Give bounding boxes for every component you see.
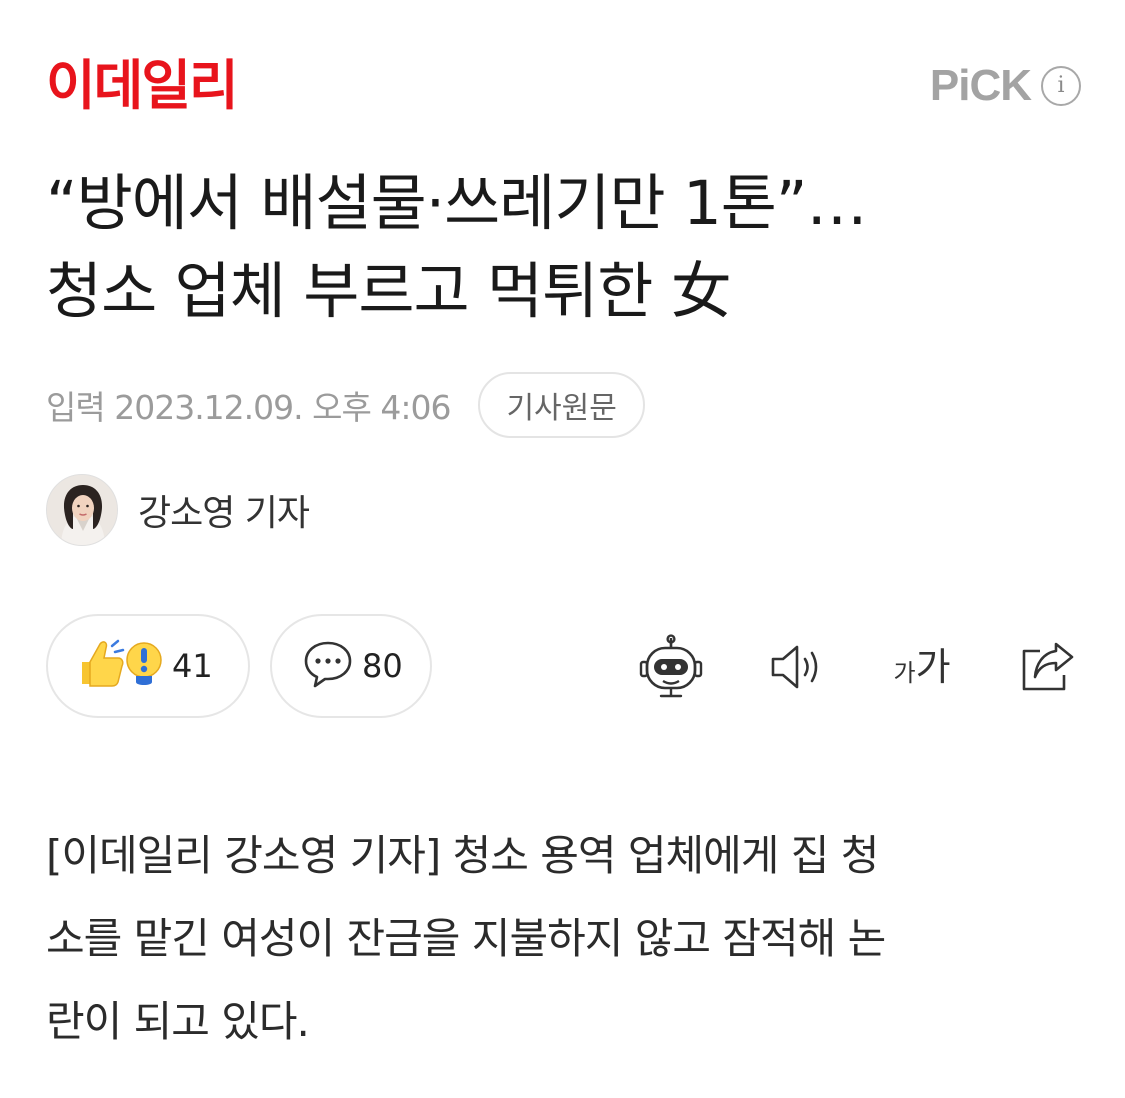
- share-icon[interactable]: [1012, 632, 1082, 702]
- publish-date: 입력 2023.12.09. 오후 4:06: [46, 388, 451, 427]
- title-line: 청소 업체 부르고 먹튀한 女: [46, 256, 732, 327]
- action-bar: 41 80 가 가: [46, 614, 1081, 720]
- pick-label[interactable]: PiCK: [930, 64, 1032, 108]
- reaction-button[interactable]: 41: [46, 614, 250, 718]
- body-line: 란이 되고 있다.: [46, 997, 310, 1046]
- speaker-icon[interactable]: [762, 632, 832, 702]
- avatar[interactable]: [46, 474, 118, 546]
- font-size-icon[interactable]: 가 가: [882, 632, 962, 702]
- article-body: [이데일리 강소영 기자] 청소 용역 업체에게 집 청 소를 맡긴 여성이 잔…: [46, 814, 1086, 1063]
- title-line: “방에서 배설물·쓰레기만 1톤”…: [46, 168, 868, 239]
- body-line: [이데일리 강소영 기자] 청소 용역 업체에게 집 청: [46, 831, 879, 880]
- reaction-count: 41: [172, 647, 213, 685]
- original-article-button[interactable]: 기사원문: [478, 372, 645, 438]
- comment-button[interactable]: 80: [270, 614, 432, 718]
- avatar-portrait: [47, 475, 117, 545]
- ai-bot-icon[interactable]: [636, 632, 706, 702]
- info-icon[interactable]: i: [1041, 66, 1081, 106]
- comment-icon: [302, 638, 354, 694]
- author-name[interactable]: 강소영 기자: [138, 484, 310, 536]
- article-title: “방에서 배설물·쓰레기만 1톤”… 청소 업체 부르고 먹튀한 女: [46, 160, 1086, 336]
- pick-badge[interactable]: PiCK i: [930, 64, 1081, 108]
- author[interactable]: 강소영 기자: [46, 474, 310, 546]
- article-meta: 입력 2023.12.09. 오후 4:06 기사원문: [46, 372, 645, 438]
- reaction-icon: [78, 636, 164, 696]
- comment-count: 80: [362, 647, 403, 685]
- logo[interactable]: 이데일리: [46, 56, 239, 116]
- font-size-large-label: 가: [915, 645, 951, 689]
- header: 이데일리 PiCK i: [46, 50, 1081, 122]
- font-size-small-label: 가: [893, 659, 916, 687]
- body-line: 소를 맡긴 여성이 잔금을 지불하지 않고 잠적해 논: [46, 914, 886, 963]
